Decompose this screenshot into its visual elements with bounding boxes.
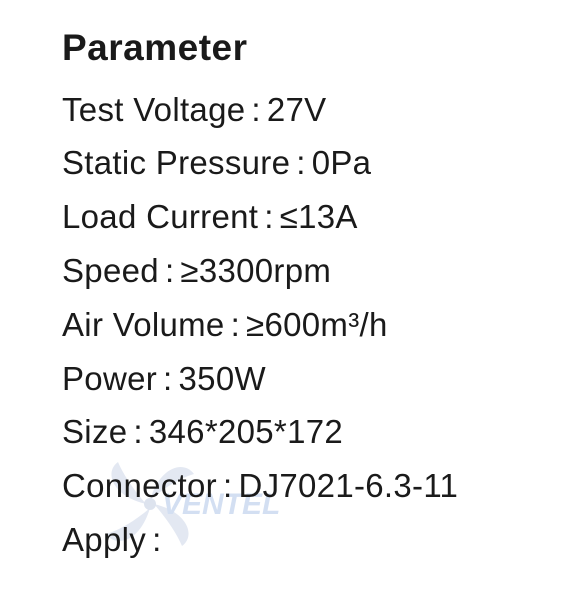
param-separator: :: [164, 252, 175, 289]
param-separator: :: [251, 91, 261, 128]
param-value: 27V: [266, 91, 327, 128]
param-separator: :: [163, 360, 173, 397]
param-row-connector: Connector: DJ7021-6.3-11: [62, 464, 458, 508]
param-label: Load Current: [62, 198, 259, 235]
param-row-air-volume: Air Volume: ≥600m³/h: [62, 303, 388, 347]
param-label: Static Pressure: [62, 144, 291, 181]
param-row-static-pressure: Static Pressure:0Pa: [62, 141, 371, 185]
param-separator: :: [222, 467, 233, 504]
param-label: Size: [62, 413, 128, 450]
param-value: ≤13A: [279, 198, 358, 235]
param-value: 0Pa: [311, 144, 372, 181]
param-separator: :: [296, 144, 306, 181]
param-label: Power: [62, 360, 158, 397]
param-row-power: Power:350W: [62, 357, 266, 401]
param-label: Speed: [62, 252, 159, 289]
param-row-test-voltage: Test Voltage:27V: [62, 88, 327, 132]
param-separator: :: [133, 413, 143, 450]
param-separator: :: [152, 521, 162, 558]
param-label: Apply: [62, 521, 147, 558]
param-value: 346*205*172: [148, 413, 344, 450]
param-value: ≥600m³/h: [246, 306, 388, 343]
parameter-title: Parameter: [62, 27, 248, 68]
param-row-apply: Apply:: [62, 518, 168, 562]
param-label: Connector: [62, 467, 217, 504]
param-separator: :: [230, 306, 241, 343]
param-row-speed: Speed: ≥3300rpm: [62, 249, 331, 293]
param-row-load-current: Load Current: ≤13A: [62, 195, 358, 239]
param-value: ≥3300rpm: [180, 252, 332, 289]
param-row-size: Size:346*205*172: [62, 410, 343, 454]
param-label: Air Volume: [62, 306, 225, 343]
param-label: Test Voltage: [62, 91, 246, 128]
param-value: 350W: [178, 360, 266, 397]
param-value: DJ7021-6.3-11: [238, 467, 459, 504]
param-separator: :: [264, 198, 274, 235]
